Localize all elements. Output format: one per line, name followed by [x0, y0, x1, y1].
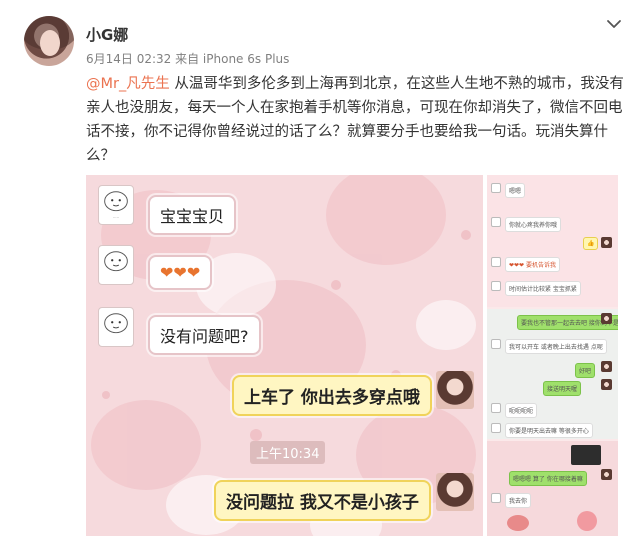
strawberry-decoration — [507, 515, 529, 531]
user-name[interactable]: 小G娜 — [86, 24, 128, 45]
thumb-message: 接送明天喔 — [543, 381, 582, 396]
sticker-image — [571, 445, 601, 465]
chevron-down-icon[interactable] — [604, 14, 624, 34]
contact-avatar[interactable] — [98, 307, 134, 347]
thumb-message: 👍 — [583, 237, 599, 250]
mini-girl-avatar — [601, 379, 612, 390]
mini-avatar — [491, 423, 501, 433]
mini-avatar — [491, 403, 501, 413]
message-bubble-left[interactable]: 没有问题吧? — [148, 315, 261, 355]
mini-girl-avatar — [601, 469, 612, 480]
thumb-message: 呃呃呃呃 — [505, 403, 538, 418]
thumb-message: 我可以开车 或者晚上出去找遇 点呢 — [505, 339, 607, 354]
message-bubble-left[interactable]: ❤❤❤ — [148, 255, 213, 290]
thumb-message: ❤❤❤ 要机告诉我 — [505, 257, 560, 272]
thumb-message: 你要是明天出去嘛 等很多开心 — [505, 423, 593, 438]
post-image-chat[interactable]: ····· 宝宝宝贝 ❤❤❤ 没有问题吧? 上车了 你出去多穿点哦 上午10:3… — [86, 175, 483, 536]
message-bubble-right[interactable]: 上车了 你出去多穿点哦 — [232, 375, 432, 416]
message-bubble-right[interactable]: 没问题拉 我又不是小孩子 — [214, 480, 431, 521]
mini-avatar — [491, 217, 501, 227]
girl-avatar[interactable] — [436, 371, 474, 409]
chat-timestamp: 上午10:34 — [250, 441, 326, 464]
thumb-message: 时间估计比较紧 宝宝抓紧 — [505, 281, 581, 296]
contact-avatar[interactable]: ····· — [98, 185, 134, 225]
thumb-message: 你就心疼我养你哦 — [505, 217, 562, 232]
face-sketch-icon — [104, 313, 128, 334]
post-meta: 6月14日 02:32 来自 iPhone 6s Plus — [86, 52, 290, 66]
face-sketch-icon — [104, 251, 128, 272]
user-avatar[interactable] — [24, 16, 74, 66]
girl-avatar[interactable] — [436, 473, 474, 511]
mention-link[interactable]: @Mr_凡先生 — [86, 76, 170, 92]
thumb-message: 好吧 — [575, 363, 596, 378]
mini-avatar — [491, 183, 501, 193]
face-sketch-icon: ····· — [104, 191, 128, 220]
thumb-message: 嗯嗯嗯 算了 你在哪接着嘛 — [509, 471, 587, 486]
post-image-thumbnails[interactable]: 嗯嗯 你就心疼我养你哦 👍 ❤❤❤ 要机告诉我 时间估计比较紧 宝宝抓紧 要我也… — [487, 175, 618, 536]
thumb-message: 嗯嗯 — [505, 183, 526, 198]
mini-avatar — [491, 257, 501, 267]
mini-girl-avatar — [601, 237, 612, 248]
thumb-message: 我去你 — [505, 493, 532, 508]
mini-girl-avatar — [601, 361, 612, 372]
svg-text:·····: ····· — [113, 216, 119, 220]
post-text: @Mr_凡先生 从温哥华到多伦多到上海再到北京，在这些人生地不熟的城市，我没有亲… — [86, 72, 626, 168]
mini-avatar — [491, 493, 501, 503]
message-bubble-left[interactable]: 宝宝宝贝 — [148, 195, 237, 235]
contact-avatar[interactable] — [98, 245, 134, 285]
mini-girl-avatar — [601, 313, 612, 324]
strawberry-decoration — [577, 511, 597, 531]
mini-avatar — [491, 339, 501, 349]
avatar-face — [40, 30, 60, 56]
mini-avatar — [491, 281, 501, 291]
